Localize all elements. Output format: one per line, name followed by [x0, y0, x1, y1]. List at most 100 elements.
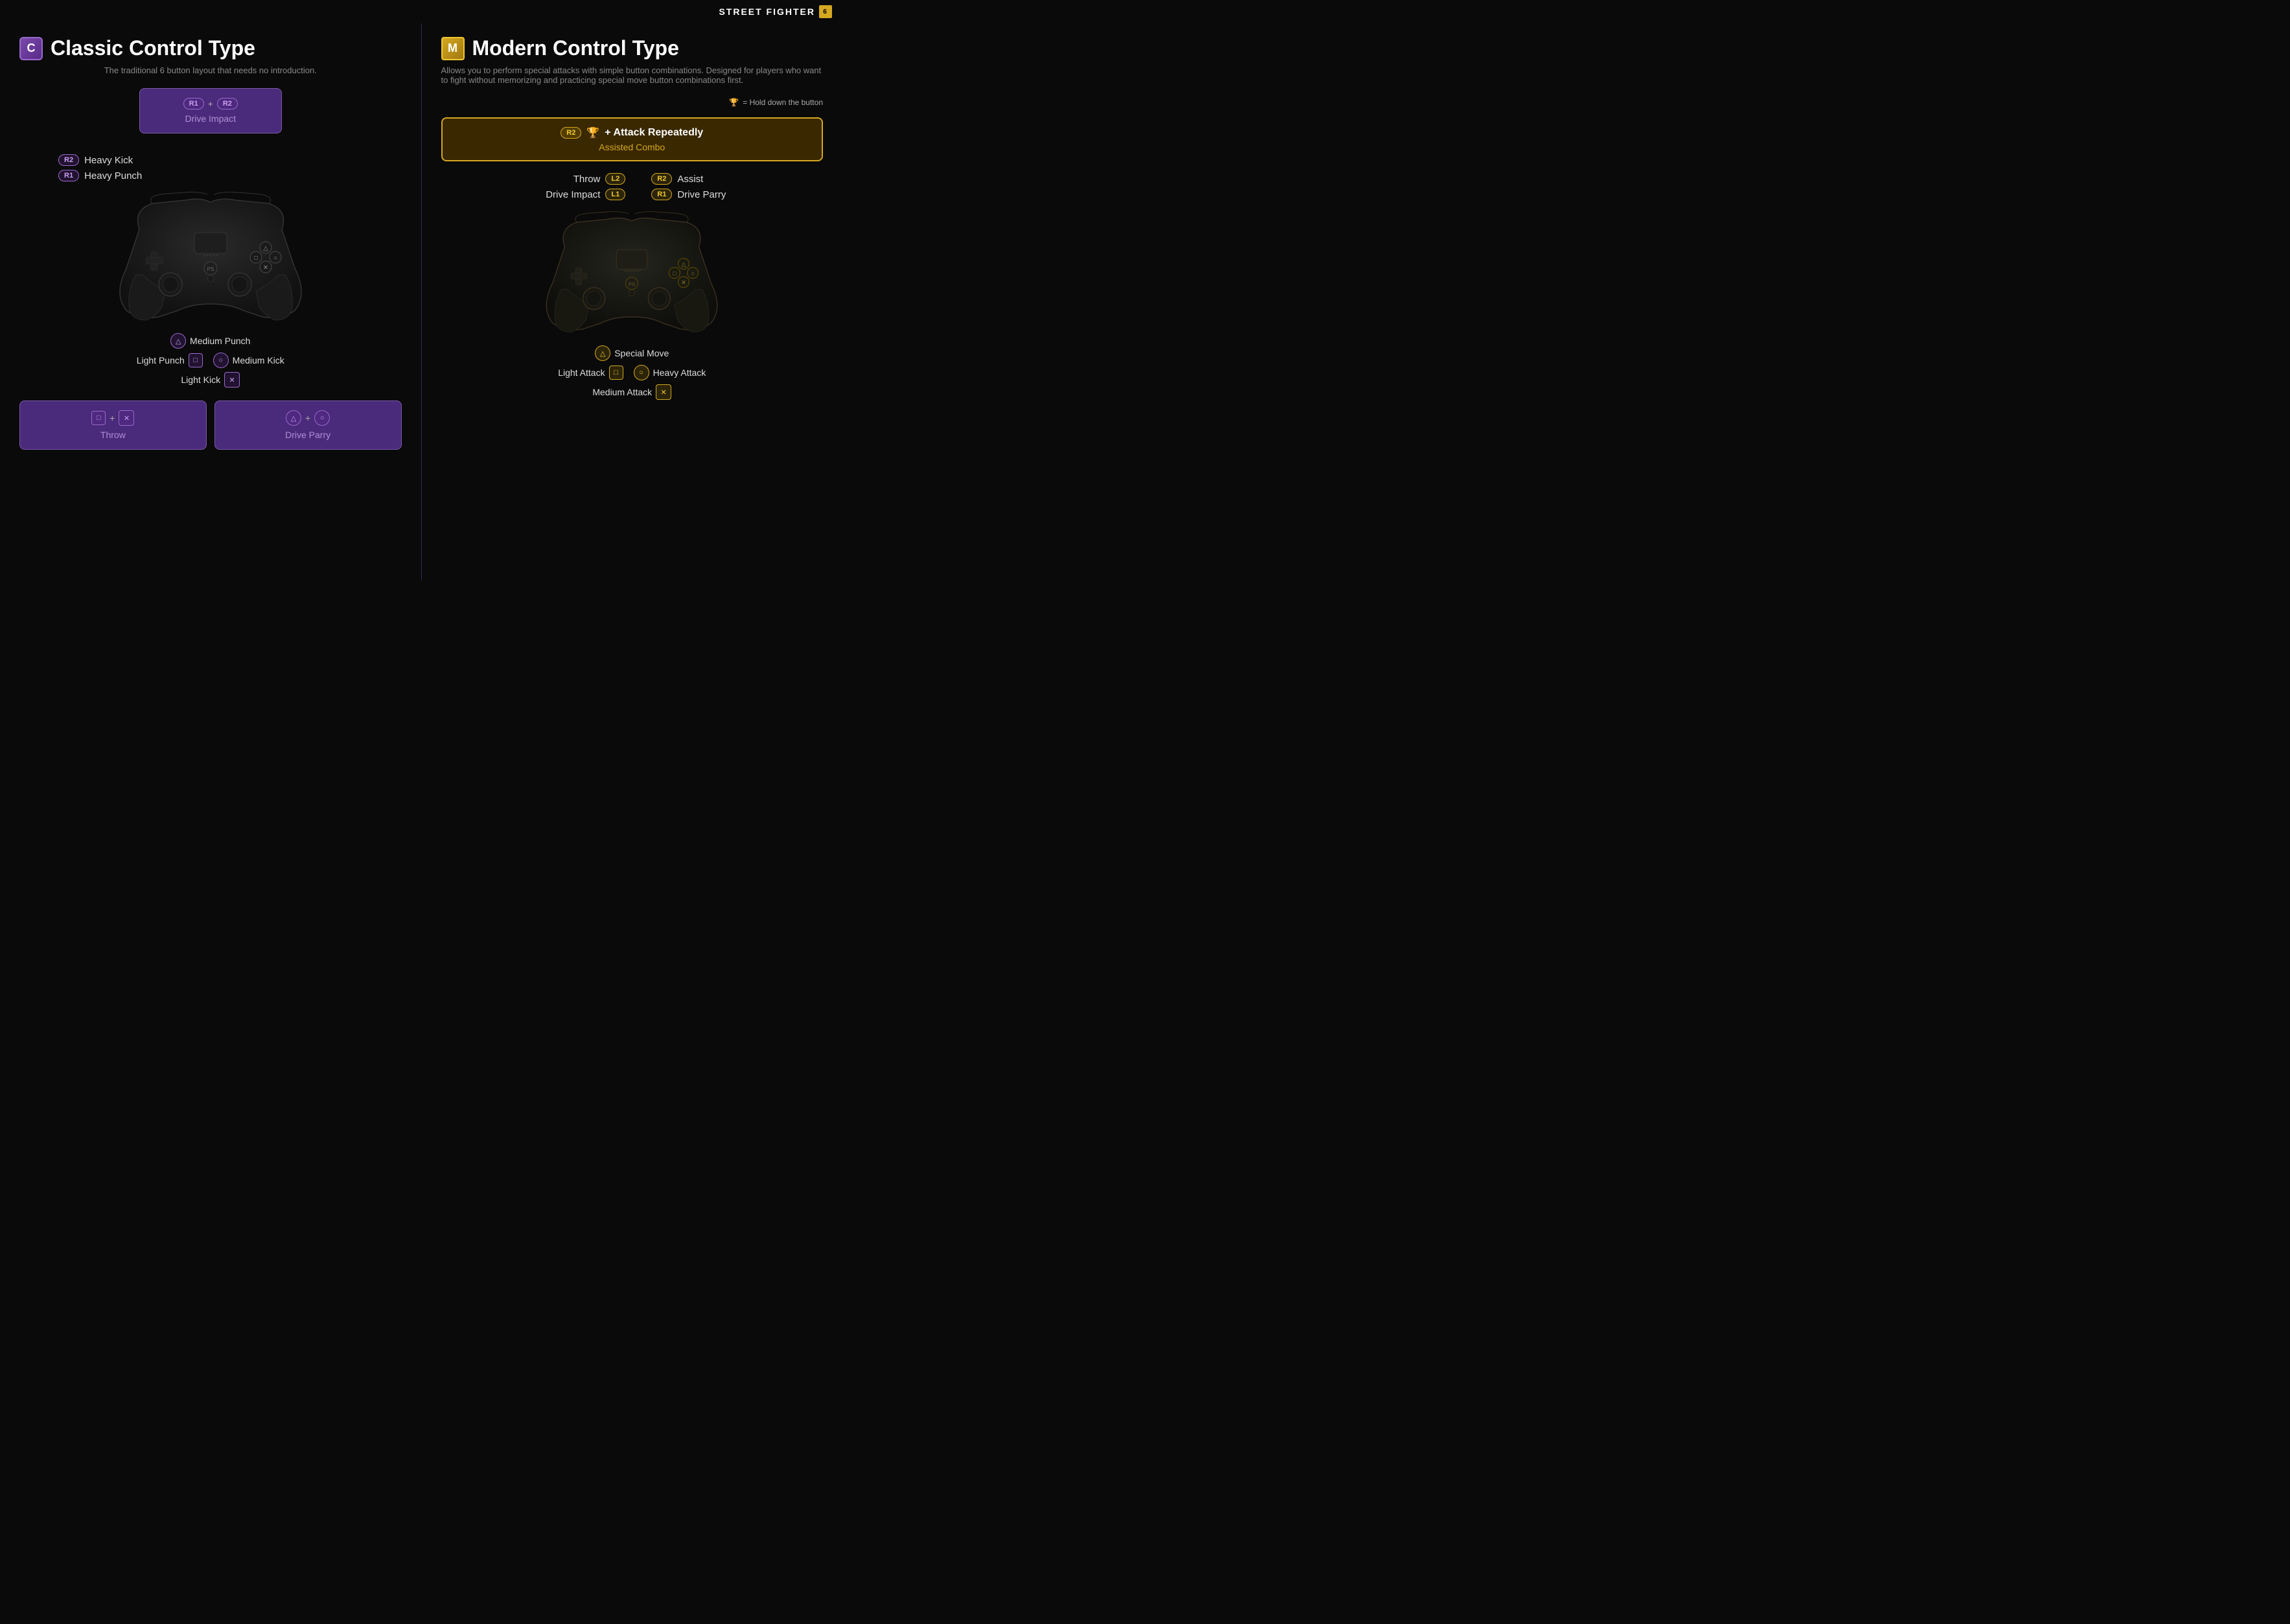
throw-trigger: Throw L2	[441, 173, 626, 185]
brand-logo: STREET FIGHTER 6	[719, 5, 832, 18]
r2-badge: R2	[217, 98, 238, 110]
parry-plus: +	[305, 413, 310, 423]
l2-badge: L2	[605, 173, 625, 185]
r1-badge: R1	[183, 98, 204, 110]
throw-label: Throw	[29, 430, 197, 440]
throw-modern-label: Throw	[573, 174, 601, 185]
assisted-combo-label: Assisted Combo	[599, 142, 665, 152]
triangle-btn: △	[170, 333, 186, 349]
svg-text:○: ○	[691, 270, 695, 277]
modern-right-triggers: R2 Assist R1 Drive Parry	[638, 173, 823, 204]
controller-svg-classic: △ □ ○ ✕ PS	[100, 191, 321, 327]
drive-parry-trigger: R1 Drive Parry	[651, 189, 823, 200]
throw-keys: □ + ✕	[29, 410, 197, 426]
circle-btn: ○	[213, 353, 229, 368]
light-kick-item: Light Kick ✕	[181, 372, 240, 388]
square-circle-row: Light Punch □ ○ Medium Kick	[19, 353, 402, 368]
parry-triangle: △	[286, 410, 301, 426]
drive-impact-trigger: Drive Impact L1	[441, 189, 626, 200]
modern-subtitle: Allows you to perform special attacks wi…	[441, 65, 824, 85]
assist-label: Assist	[677, 174, 703, 185]
modern-button-labels: △ Special Move Light Attack □ ○ Heavy At…	[441, 345, 824, 400]
hold-note: 🏆 = Hold down the button	[441, 98, 824, 107]
controller-svg-modern: △ □ ○ ✕ PS	[528, 209, 735, 339]
heavy-attack-label: Heavy Attack	[653, 367, 706, 378]
special-move-label: Special Move	[614, 348, 669, 358]
throw-plus: +	[110, 413, 115, 423]
modern-badge: M	[441, 37, 465, 60]
classic-badge: C	[19, 37, 43, 60]
trophy-combo: 🏆	[586, 126, 599, 139]
hold-note-text: = Hold down the button	[743, 98, 823, 107]
brand-name: STREET FIGHTER	[719, 6, 815, 17]
svg-text:PS: PS	[629, 281, 635, 287]
throw-cross: ✕	[119, 410, 134, 426]
top-bar: STREET FIGHTER 6	[0, 0, 842, 23]
square-btn: □	[189, 353, 203, 367]
medium-punch-label: Medium Punch	[190, 336, 250, 346]
r1-drive-parry-badge: R1	[651, 189, 672, 200]
medium-punch-item: △ Medium Punch	[170, 333, 250, 349]
modern-cross-btn: ✕	[656, 384, 671, 400]
modern-triangle-btn: △	[595, 345, 610, 361]
heavy-attack-item: ○ Heavy Attack	[634, 365, 706, 380]
plus-symbol: +	[208, 99, 213, 109]
assisted-combo-box: R2 🏆 + Attack Repeatedly Assisted Combo	[441, 117, 824, 161]
classic-button-labels: △ Medium Punch Light Punch □ ○ Medium Ki…	[19, 333, 402, 388]
svg-text:□: □	[254, 255, 258, 262]
drive-parry-combo-box: △ + ○ Drive Parry	[214, 400, 402, 450]
light-kick-label: Light Kick	[181, 375, 220, 385]
drive-parry-keys: △ + ○	[224, 410, 392, 426]
modern-circle-btn: ○	[634, 365, 649, 380]
heavy-kick-label: Heavy Kick	[84, 155, 133, 166]
cross-btn: ✕	[224, 372, 240, 388]
light-punch-item: Light Punch □	[137, 353, 203, 367]
modern-header: M Modern Control Type	[441, 36, 824, 60]
throw-combo-box: □ + ✕ Throw	[19, 400, 207, 450]
medium-attack-item: Medium Attack ✕	[592, 384, 671, 400]
modern-triangle-row: △ Special Move	[441, 345, 824, 361]
svg-text:△: △	[682, 261, 686, 268]
drive-impact-box: R1 + R2 Drive Impact	[139, 88, 282, 133]
drive-parry-modern-label: Drive Parry	[677, 189, 726, 200]
r2-assist-badge: R2	[651, 173, 672, 185]
r2-gold-badge: R2	[561, 127, 581, 139]
modern-panel: M Modern Control Type Allows you to perf…	[422, 23, 843, 581]
svg-text:PS: PS	[207, 266, 214, 272]
classic-header: C Classic Control Type	[19, 36, 402, 60]
medium-kick-item: ○ Medium Kick	[213, 353, 284, 368]
main-container: C Classic Control Type The traditional 6…	[0, 23, 842, 581]
r2-trigger-badge: R2	[58, 154, 79, 166]
drive-impact-keys: R1 + R2	[153, 98, 268, 110]
light-attack-label: Light Attack	[558, 367, 605, 378]
parry-circle: ○	[314, 410, 330, 426]
svg-text:✕: ✕	[263, 264, 268, 272]
modern-controller: △ □ ○ ✕ PS	[441, 209, 824, 339]
light-punch-label: Light Punch	[137, 355, 185, 365]
classic-panel: C Classic Control Type The traditional 6…	[0, 23, 422, 581]
modern-title: Modern Control Type	[472, 36, 679, 60]
classic-controller: △ □ ○ ✕ PS	[19, 191, 402, 327]
heavy-punch-label: Heavy Punch	[84, 170, 142, 181]
classic-title: Classic Control Type	[51, 36, 255, 60]
assist-trigger: R2 Assist	[651, 173, 823, 185]
classic-subtitle: The traditional 6 button layout that nee…	[19, 65, 402, 75]
triangle-row: △ Medium Punch	[19, 333, 402, 349]
cross-row: Light Kick ✕	[19, 372, 402, 388]
throw-square: □	[91, 411, 106, 425]
trigger-row-r2: R2 Heavy Kick	[58, 154, 133, 166]
classic-combo-row: □ + ✕ Throw △ + ○ Drive Parry	[19, 400, 402, 450]
modern-left-triggers: Throw L2 Drive Impact L1	[441, 173, 626, 204]
r1-trigger-badge: R1	[58, 170, 79, 181]
medium-attack-label: Medium Attack	[592, 387, 652, 397]
svg-text:○: ○	[273, 255, 277, 262]
svg-text:△: △	[263, 245, 268, 252]
medium-kick-label: Medium Kick	[233, 355, 284, 365]
l1-badge: L1	[605, 189, 625, 200]
light-attack-item: Light Attack □	[558, 365, 623, 380]
drive-impact-modern-label: Drive Impact	[546, 189, 600, 200]
trophy-icon: 🏆	[729, 98, 739, 107]
modern-cross-row: Medium Attack ✕	[441, 384, 824, 400]
attack-repeatedly-text: + Attack Repeatedly	[605, 127, 703, 139]
drive-impact-label: Drive Impact	[153, 113, 268, 124]
